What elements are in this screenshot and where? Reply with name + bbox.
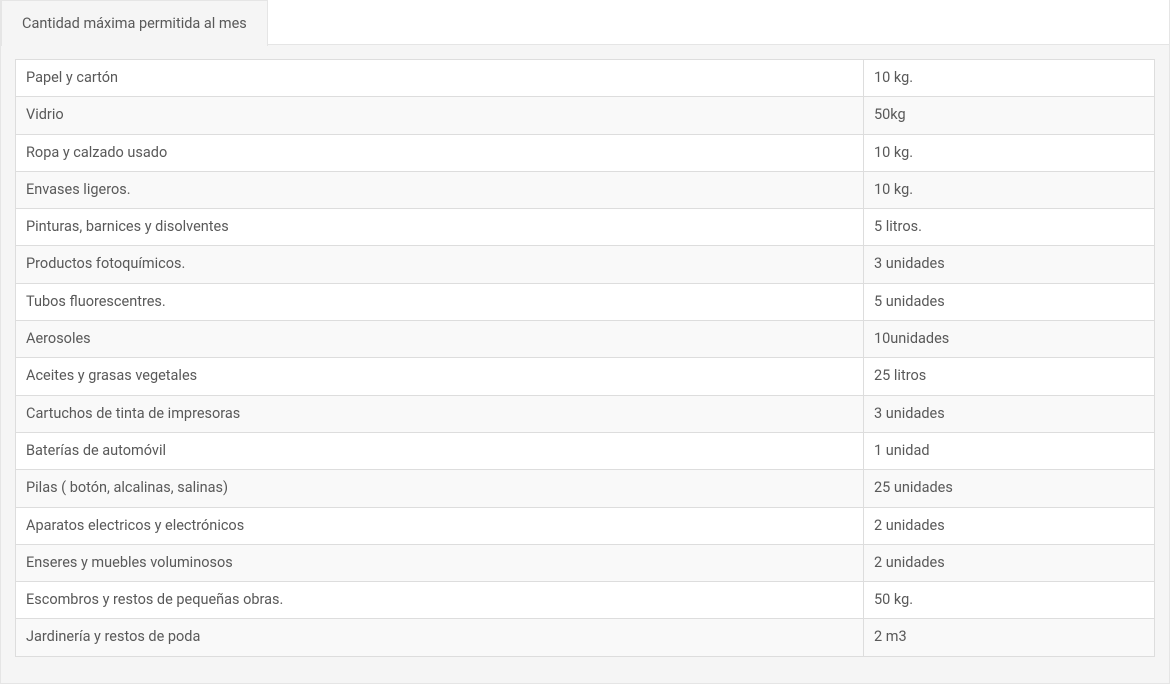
table-row: Ropa y calzado usado10 kg. — [16, 134, 1155, 171]
row-item-name: Pinturas, barnices y disolventes — [16, 209, 864, 246]
row-item-limit: 2 unidades — [864, 507, 1155, 544]
row-item-name: Cartuchos de tinta de impresoras — [16, 395, 864, 432]
table-row: Envases ligeros.10 kg. — [16, 171, 1155, 208]
row-item-name: Vidrio — [16, 97, 864, 134]
row-item-name: Tubos fluorescentres. — [16, 283, 864, 320]
row-item-name: Jardinería y restos de poda — [16, 619, 864, 656]
table-row: Escombros y restos de pequeñas obras.50 … — [16, 582, 1155, 619]
row-item-limit: 10 kg. — [864, 60, 1155, 97]
row-item-name: Envases ligeros. — [16, 171, 864, 208]
row-item-name: Aparatos electricos y electrónicos — [16, 507, 864, 544]
row-item-name: Aceites y grasas vegetales — [16, 358, 864, 395]
table-row: Tubos fluorescentres.5 unidades — [16, 283, 1155, 320]
table-row: Aerosoles10unidades — [16, 321, 1155, 358]
row-item-limit: 10 kg. — [864, 134, 1155, 171]
row-item-limit: 50 kg. — [864, 582, 1155, 619]
row-item-name: Baterías de automóvil — [16, 432, 864, 469]
table-row: Aparatos electricos y electrónicos2 unid… — [16, 507, 1155, 544]
row-item-name: Productos fotoquímicos. — [16, 246, 864, 283]
row-item-limit: 5 litros. — [864, 209, 1155, 246]
row-item-limit: 10 kg. — [864, 171, 1155, 208]
row-item-limit: 50kg — [864, 97, 1155, 134]
row-item-name: Papel y cartón — [16, 60, 864, 97]
table-container: Papel y cartón10 kg.Vidrio50kgRopa y cal… — [1, 45, 1169, 671]
table-row: Baterías de automóvil1 unidad — [16, 432, 1155, 469]
table-row: Pilas ( botón, alcalinas, salinas)25 uni… — [16, 470, 1155, 507]
row-item-limit: 3 unidades — [864, 246, 1155, 283]
table-row: Aceites y grasas vegetales25 litros — [16, 358, 1155, 395]
row-item-limit: 5 unidades — [864, 283, 1155, 320]
row-item-limit: 2 unidades — [864, 544, 1155, 581]
row-item-limit: 25 litros — [864, 358, 1155, 395]
table-row: Enseres y muebles voluminosos2 unidades — [16, 544, 1155, 581]
table-row: Pinturas, barnices y disolventes5 litros… — [16, 209, 1155, 246]
table-row: Vidrio50kg — [16, 97, 1155, 134]
tab-bar-spacer — [268, 0, 1169, 45]
row-item-name: Enseres y muebles voluminosos — [16, 544, 864, 581]
panel: Cantidad máxima permitida al mes Papel y… — [0, 0, 1170, 684]
table-row: Papel y cartón10 kg. — [16, 60, 1155, 97]
row-item-limit: 2 m3 — [864, 619, 1155, 656]
tab-monthly-limit[interactable]: Cantidad máxima permitida al mes — [1, 0, 268, 46]
row-item-name: Escombros y restos de pequeñas obras. — [16, 582, 864, 619]
row-item-limit: 1 unidad — [864, 432, 1155, 469]
table-row: Jardinería y restos de poda2 m3 — [16, 619, 1155, 656]
row-item-limit: 25 unidades — [864, 470, 1155, 507]
tab-bar: Cantidad máxima permitida al mes — [1, 0, 1169, 45]
limits-table: Papel y cartón10 kg.Vidrio50kgRopa y cal… — [15, 59, 1155, 657]
row-item-limit: 3 unidades — [864, 395, 1155, 432]
table-row: Cartuchos de tinta de impresoras3 unidad… — [16, 395, 1155, 432]
row-item-name: Pilas ( botón, alcalinas, salinas) — [16, 470, 864, 507]
row-item-name: Ropa y calzado usado — [16, 134, 864, 171]
row-item-name: Aerosoles — [16, 321, 864, 358]
row-item-limit: 10unidades — [864, 321, 1155, 358]
table-row: Productos fotoquímicos.3 unidades — [16, 246, 1155, 283]
